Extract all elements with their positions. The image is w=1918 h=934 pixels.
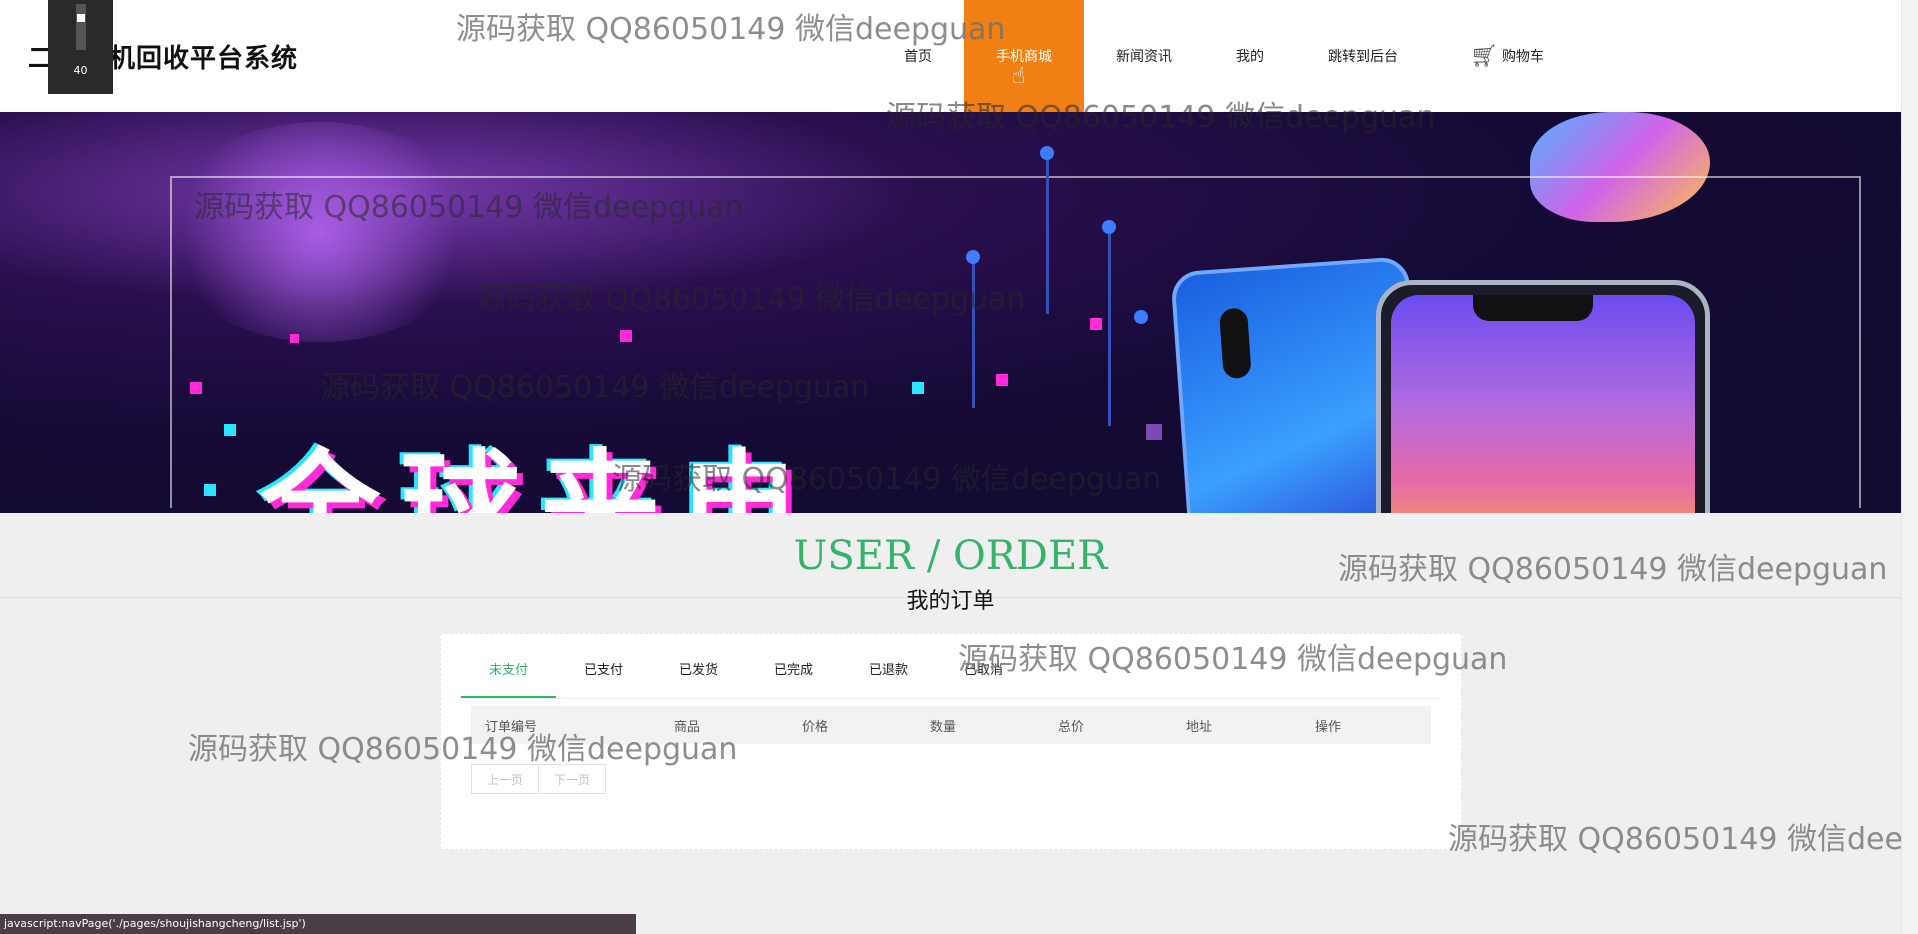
watermark: 源码获取 QQ86050149 微信deepguan — [1338, 552, 1888, 587]
pagination: 上一页 下一页 — [471, 764, 606, 794]
watermark: 源码获取 QQ86050149 微信deepguan — [476, 282, 1026, 317]
circuit-node — [1102, 220, 1116, 234]
col-total: 总价 — [1058, 719, 1085, 735]
badge-bar — [76, 4, 86, 50]
prev-page-button[interactable]: 上一页 — [471, 764, 539, 794]
tab-unpaid[interactable]: 未支付 — [461, 648, 556, 698]
tab-shipped[interactable]: 已发货 — [651, 648, 746, 698]
nav-cart[interactable]: 🛒︎ 购物车 — [1430, 0, 1576, 112]
cart-label: 购物车 — [1501, 49, 1544, 65]
watermark: 源码获取 QQ86050149 微信deepguan — [1448, 822, 1918, 857]
col-quantity: 数量 — [930, 719, 957, 735]
circuit-node — [1040, 146, 1054, 160]
watermark: 源码获取 QQ86050149 微信deepguan — [958, 642, 1508, 677]
page-scrollbar[interactable] — [1901, 0, 1918, 934]
pixel-square — [1090, 318, 1102, 330]
circuit-node — [966, 250, 980, 264]
circuit-line — [1108, 226, 1111, 426]
pixel-square — [1146, 424, 1162, 440]
pointer-cursor-icon: ☝︎ — [1012, 64, 1026, 89]
pixel-square — [224, 424, 236, 436]
watermark: 源码获取 QQ86050149 微信deepguan — [612, 462, 1162, 497]
phone-camera — [1218, 307, 1252, 380]
col-actions: 操作 — [1315, 719, 1342, 735]
browser-status-bar: javascript:navPage('./pages/shoujishangc… — [0, 914, 636, 934]
pixel-square — [996, 374, 1008, 386]
pixel-square — [912, 382, 924, 394]
watermark: 源码获取 QQ86050149 微信deepguan — [320, 370, 870, 405]
watermark: 源码获取 QQ86050149 微信deepguan — [194, 190, 744, 225]
pixel-square — [204, 484, 216, 496]
circuit-node — [1134, 310, 1148, 324]
cart-icon: 🛒︎ — [1470, 43, 1498, 69]
pixel-square — [290, 334, 299, 343]
next-page-button[interactable]: 下一页 — [539, 764, 606, 794]
pixel-square — [620, 330, 632, 342]
circuit-line — [1046, 154, 1049, 314]
overlay-badge: 40 — [48, 0, 113, 94]
phone-notch — [1473, 295, 1593, 321]
badge-knob — [77, 14, 85, 22]
phone-image-front — [1376, 280, 1710, 513]
tab-completed[interactable]: 已完成 — [746, 648, 841, 698]
tab-paid[interactable]: 已支付 — [556, 648, 651, 698]
watermark: 源码获取 QQ86050149 微信deepguan — [886, 100, 1436, 135]
badge-number: 40 — [73, 64, 88, 77]
col-address: 地址 — [1186, 719, 1213, 735]
phone-screen — [1391, 295, 1695, 513]
pixel-square — [190, 382, 202, 394]
watermark: 源码获取 QQ86050149 微信deepguan — [456, 12, 1006, 47]
tab-refunded[interactable]: 已退款 — [841, 648, 936, 698]
watermark: 源码获取 QQ86050149 微信deepguan — [188, 732, 738, 767]
col-price: 价格 — [802, 719, 829, 735]
